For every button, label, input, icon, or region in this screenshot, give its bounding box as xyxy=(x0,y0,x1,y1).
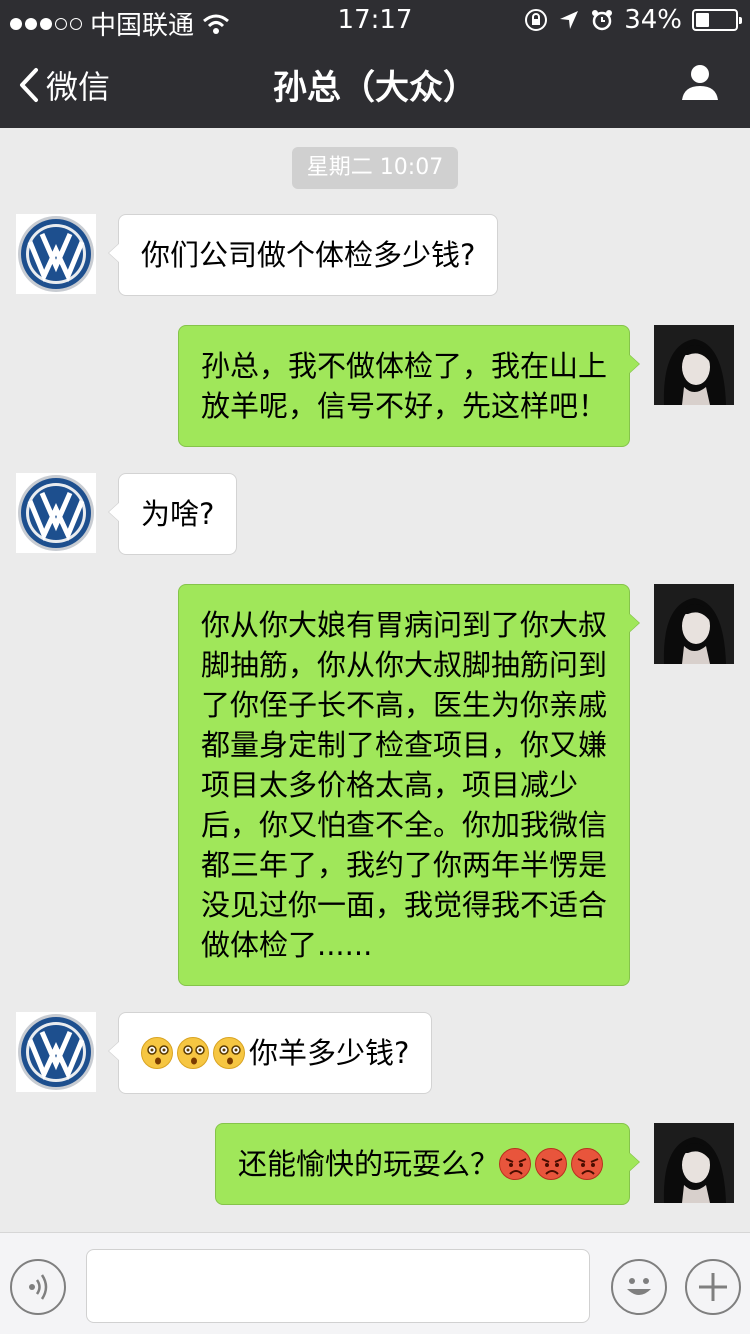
message-line: 做体检了...... xyxy=(200,928,373,962)
profile-photo-icon xyxy=(654,584,734,664)
message-bubble-incoming[interactable]: 你们公司做个体检多少钱? xyxy=(107,214,499,296)
battery-percent: 34% xyxy=(624,5,682,35)
angry-face-icon xyxy=(535,1148,567,1180)
rotation-lock-icon xyxy=(525,9,548,31)
voice-icon xyxy=(29,1274,48,1300)
message-text: 为啥? xyxy=(141,494,214,534)
angry-face-icon xyxy=(499,1148,531,1180)
dizzy-face-icon xyxy=(141,1037,173,1069)
message-text: 你从你大娘有胃病问到了你大叔 脚抽筋，你从你大叔脚抽筋问到 了你侄子长不高，医生… xyxy=(201,605,607,965)
message-line: 项目太多价格太高，项目减少 xyxy=(200,768,578,802)
profile-photo-icon xyxy=(654,325,734,405)
nav-bar: 微信 孙总（大众） xyxy=(0,40,750,128)
voice-input-button[interactable] xyxy=(10,1259,66,1315)
battery-icon xyxy=(692,9,742,31)
message-bubble-incoming[interactable]: 为啥? xyxy=(107,473,238,555)
dizzy-face-icon xyxy=(177,1037,209,1069)
alarm-icon xyxy=(592,10,613,31)
message-line: 为啥? xyxy=(141,497,215,531)
angry-face-icon xyxy=(571,1148,603,1180)
dizzy-face-icon xyxy=(213,1037,245,1069)
vw-logo-icon xyxy=(16,1012,96,1092)
message-text: 还能愉快的玩耍么？ xyxy=(238,1144,607,1184)
message-line: 放羊呢，信号不好，先这样吧！ xyxy=(200,389,607,423)
contact-avatar[interactable] xyxy=(16,214,96,294)
message-text: 你羊多少钱? xyxy=(141,1033,409,1073)
input-bar xyxy=(0,1232,750,1334)
message-line-text: 你羊多少钱? xyxy=(249,1036,410,1070)
message-line: 后，你又怕查不全。你加我微信 xyxy=(200,808,607,842)
message-line: 还能愉快的玩耍么？ xyxy=(238,1144,607,1184)
message-bubble-outgoing[interactable]: 你从你大娘有胃病问到了你大叔 脚抽筋，你从你大叔脚抽筋问到 了你侄子长不高，医生… xyxy=(177,584,641,986)
message-text: 你们公司做个体检多少钱? xyxy=(141,235,475,275)
message-line: 脚抽筋，你从你大叔脚抽筋问到 xyxy=(200,648,607,682)
message-input[interactable] xyxy=(86,1249,590,1323)
vw-logo-icon xyxy=(16,473,96,553)
vw-logo-icon xyxy=(16,214,96,294)
message-line: 孙总，我不做体检了，我在山上 xyxy=(200,349,607,383)
plus-icon xyxy=(699,1273,727,1301)
message-timestamp: 星期二 10:07 xyxy=(292,147,458,189)
message-line: 了你侄子长不高，医生为你亲戚 xyxy=(200,688,607,722)
contact-avatar[interactable] xyxy=(16,473,96,553)
contact-info-button[interactable] xyxy=(680,62,720,106)
profile-photo-icon xyxy=(654,1123,734,1203)
person-icon xyxy=(682,65,718,100)
message-bubble-outgoing[interactable]: 孙总，我不做体检了，我在山上 放羊呢，信号不好，先这样吧！ xyxy=(177,325,641,447)
message-line-text: 还能愉快的玩耍么？ xyxy=(237,1147,499,1181)
message-line: 都三年了，我约了你两年半愣是 xyxy=(200,848,607,882)
my-avatar[interactable] xyxy=(654,1123,734,1203)
chat-area[interactable]: 星期二 10:07 你们公司做个体检多少钱? 孙总，我不做体检了，我在山上 放羊… xyxy=(0,128,750,1232)
message-bubble-outgoing[interactable]: 还能愉快的玩耍么？ xyxy=(214,1123,641,1205)
chat-title: 孙总（大众） xyxy=(273,68,477,108)
message-text: 孙总，我不做体检了，我在山上 放羊呢，信号不好，先这样吧！ xyxy=(201,346,607,426)
message-line: 你羊多少钱? xyxy=(141,1033,409,1073)
message-line: 你从你大娘有胃病问到了你大叔 xyxy=(200,608,607,642)
my-avatar[interactable] xyxy=(654,325,734,405)
message-line: 没见过你一面，我觉得我不适合 xyxy=(200,888,607,922)
my-avatar[interactable] xyxy=(654,584,734,664)
status-bar: 中国联通 17:17 34% xyxy=(0,0,750,41)
contact-avatar[interactable] xyxy=(16,1012,96,1092)
more-button[interactable] xyxy=(685,1259,741,1315)
message-line: 你们公司做个体检多少钱? xyxy=(141,238,476,272)
smiley-icon xyxy=(627,1278,651,1295)
message-bubble-incoming[interactable]: 你羊多少钱? xyxy=(107,1012,433,1094)
location-arrow-icon xyxy=(560,11,579,29)
emoji-button[interactable] xyxy=(611,1259,667,1315)
message-line: 都量身定制了检查项目，你又嫌 xyxy=(200,728,607,762)
